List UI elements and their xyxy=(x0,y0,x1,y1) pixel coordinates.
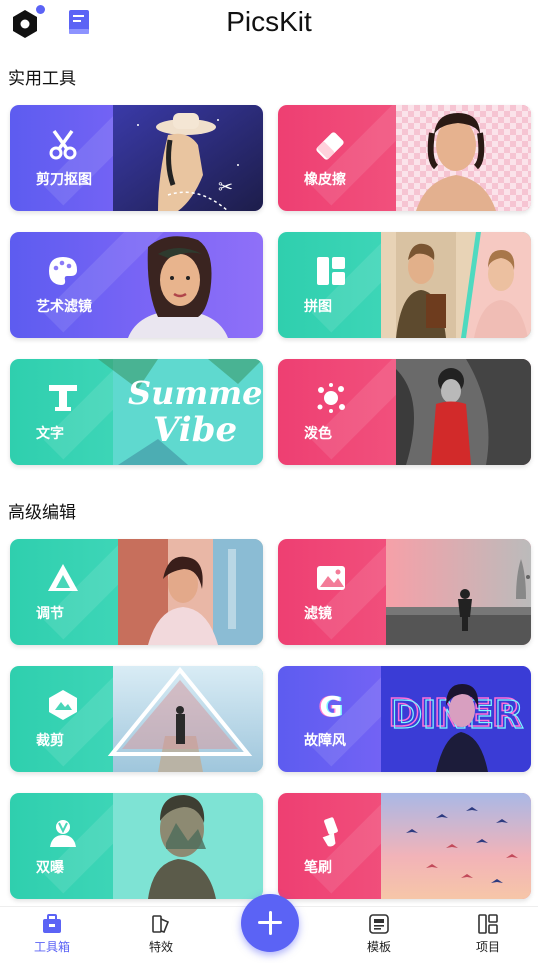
card-label: 双曝 xyxy=(36,860,64,876)
svg-text:G: G xyxy=(320,690,343,722)
glitch-icon: G G G xyxy=(318,690,344,722)
card-collage[interactable]: 拼图 xyxy=(278,232,531,338)
adjust-icon xyxy=(48,564,78,591)
project-icon xyxy=(478,914,498,934)
card-label: 调节 xyxy=(36,606,64,622)
card-label: 拼图 xyxy=(304,299,332,315)
card-crop[interactable]: 裁剪 xyxy=(10,666,263,772)
card-label: 笔刷 xyxy=(304,860,332,876)
card-label: 剪刀抠图 xyxy=(36,172,92,188)
text-icon xyxy=(49,385,77,411)
effects-icon xyxy=(152,915,170,933)
card-glitch[interactable]: DINER DINER G G G 故障风 xyxy=(278,666,531,772)
crop-icon xyxy=(49,690,77,720)
filter-icon xyxy=(317,566,345,590)
card-label: 泼色 xyxy=(304,426,332,442)
svg-text:✂: ✂ xyxy=(218,177,233,198)
tab-project[interactable]: 项目 xyxy=(453,913,523,955)
tab-label: 工具箱 xyxy=(33,940,70,954)
scissors-icon xyxy=(49,129,77,160)
art-filter-preview-art xyxy=(128,236,228,338)
brush-preview-art xyxy=(381,793,531,899)
double-exposure-preview-art xyxy=(113,793,263,899)
filter-preview-art xyxy=(386,539,531,645)
tab-effects[interactable]: 特效 xyxy=(126,913,196,955)
card-color-splash[interactable]: 泼色 xyxy=(278,359,531,465)
card-eraser[interactable]: 橡皮擦 xyxy=(278,105,531,211)
adjust-preview-art xyxy=(118,539,263,645)
crop-preview-art xyxy=(107,666,263,772)
splash-icon xyxy=(317,383,345,413)
collage-icon xyxy=(317,257,345,285)
eraser-preview-art xyxy=(396,105,531,211)
plus-icon-vertical xyxy=(268,910,272,935)
color-splash-preview-art xyxy=(396,359,531,465)
card-double-exposure[interactable]: 双曝 xyxy=(10,793,263,899)
card-label: 裁剪 xyxy=(36,733,64,749)
card-cutout[interactable]: ✂ 剪刀抠图 xyxy=(10,105,263,211)
svg-text:Summer: Summer xyxy=(128,374,263,412)
double-exposure-icon xyxy=(50,820,76,847)
tab-template[interactable]: 模板 xyxy=(344,913,414,955)
toolbox-icon xyxy=(43,914,61,933)
tab-toolbox[interactable]: 工具箱 xyxy=(17,913,87,955)
text-preview-art: Summer Vibe xyxy=(98,359,263,465)
brush-icon xyxy=(322,817,338,847)
card-label: 艺术滤镜 xyxy=(36,299,92,315)
svg-text:Vibe: Vibe xyxy=(153,410,237,450)
tab-label: 特效 xyxy=(148,940,173,954)
card-label: 文字 xyxy=(36,426,64,442)
eraser-icon xyxy=(316,132,344,160)
cutout-preview-art: ✂ xyxy=(113,105,263,211)
palette-icon xyxy=(49,257,77,285)
card-filter[interactable]: 滤镜 xyxy=(278,539,531,645)
card-label: 滤镜 xyxy=(304,606,332,622)
tab-label: 模板 xyxy=(366,940,391,954)
create-fab-button[interactable] xyxy=(241,894,299,952)
card-art-filter[interactable]: 艺术滤镜 xyxy=(10,232,263,338)
card-brush[interactable]: 笔刷 xyxy=(278,793,531,899)
template-icon xyxy=(369,914,389,934)
card-adjust[interactable]: 调节 xyxy=(10,539,263,645)
card-text[interactable]: Summer Vibe 文字 xyxy=(10,359,263,465)
card-label: 故障风 xyxy=(304,733,346,749)
card-label: 橡皮擦 xyxy=(304,172,346,188)
app-title: PicsKit xyxy=(226,6,312,37)
top-bar: PicsKit xyxy=(0,0,538,50)
section-title-advanced: 高级编辑 xyxy=(8,503,76,523)
glitch-preview-art: DINER DINER xyxy=(381,666,531,772)
tab-label: 项目 xyxy=(475,940,500,954)
collage-preview-art xyxy=(381,232,531,338)
section-title-tools: 实用工具 xyxy=(8,69,76,89)
